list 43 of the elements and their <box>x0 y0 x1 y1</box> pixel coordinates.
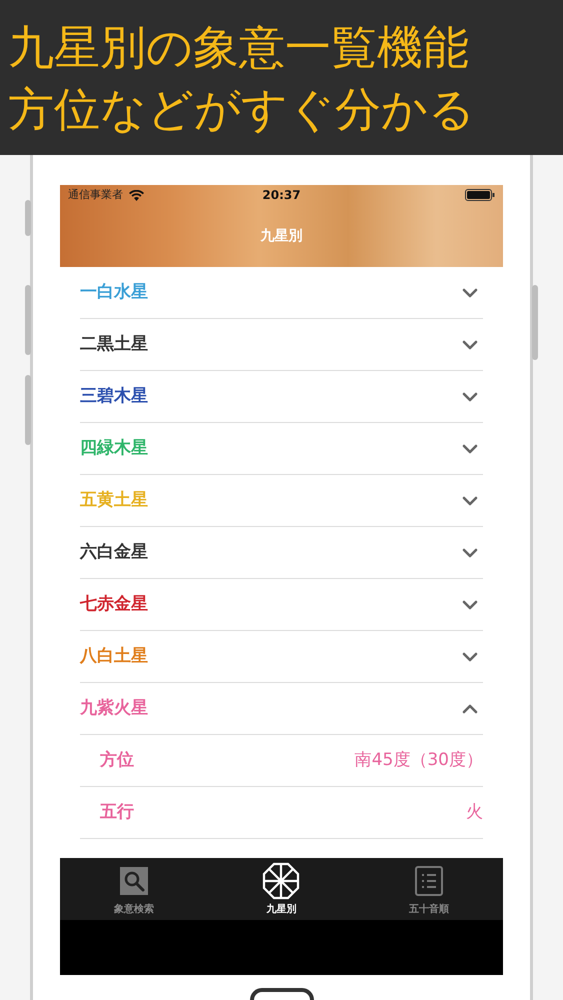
star-name: 六白金星 <box>80 540 148 564</box>
detail-value: 火 <box>466 800 483 824</box>
detail-label: 五行 <box>100 800 134 824</box>
star-row[interactable]: 七赤金星 <box>80 579 483 631</box>
star-row[interactable]: 八白土星 <box>80 631 483 683</box>
detail-label: 方位 <box>100 748 134 772</box>
star-row[interactable]: 一白水星 <box>80 267 483 319</box>
star-row[interactable]: 九紫火星 <box>80 683 483 735</box>
wifi-icon <box>129 190 144 200</box>
star-name: 二黒土星 <box>80 332 148 356</box>
chevron-up-icon <box>462 702 478 714</box>
chevron-down-icon <box>462 442 478 454</box>
tab[interactable]: 五十音順 <box>379 862 480 916</box>
chevron-down-icon <box>462 598 478 610</box>
star-name: 七赤金星 <box>80 592 148 616</box>
chevron-down-icon <box>462 390 478 402</box>
carrier-label: 通信事業者 <box>68 186 123 203</box>
star-name: 四緑木星 <box>80 436 148 460</box>
tab[interactable]: 象意検索 <box>84 862 184 916</box>
search-icon <box>120 866 148 894</box>
tab[interactable]: 九星別 <box>231 862 332 916</box>
battery-icon <box>465 189 495 201</box>
chevron-down-icon <box>462 650 478 662</box>
clock-time: 20:37 <box>262 187 301 204</box>
star-row[interactable]: 六白金星 <box>80 527 483 579</box>
navigation-title: 九星別 <box>260 226 302 246</box>
wheel-icon <box>262 862 300 900</box>
banner-headline: 方位などがすぐ分かる <box>8 80 476 138</box>
star-name: 五黄土星 <box>80 488 148 512</box>
chevron-down-icon <box>462 546 478 558</box>
detail-value: 南45度（30度） <box>354 748 483 772</box>
star-name: 八白土星 <box>80 644 148 668</box>
banner-headline: 九星別の象意一覧機能 <box>8 18 470 76</box>
star-row[interactable]: 四緑木星 <box>80 423 483 475</box>
star-row[interactable]: 二黒土星 <box>80 319 483 371</box>
star-name: 三碧木星 <box>80 384 148 408</box>
star-name: 九紫火星 <box>80 696 148 720</box>
chevron-down-icon <box>462 338 478 350</box>
chevron-down-icon <box>462 286 478 298</box>
star-row[interactable]: 三碧木星 <box>80 371 483 423</box>
chevron-down-icon <box>462 494 478 506</box>
star-name: 一白水星 <box>80 280 148 304</box>
list-icon <box>415 866 444 896</box>
